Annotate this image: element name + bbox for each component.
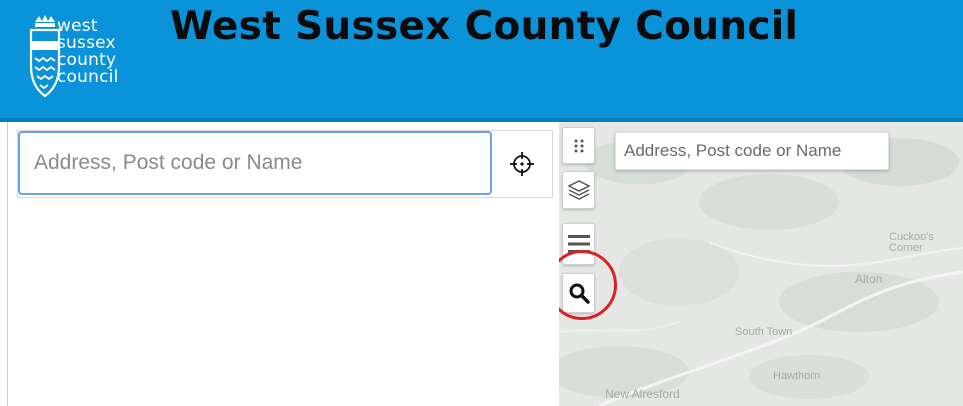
- grid-icon: [574, 139, 583, 152]
- site-title: West Sussex County Council: [170, 4, 799, 49]
- map-place-label: Hawthorn: [773, 370, 821, 382]
- map-view[interactable]: Cuckoo's Corner Alton South Town Hawthor…: [559, 122, 963, 406]
- map-place-label: Cuckoo's Corner: [889, 231, 934, 254]
- map-place-label: South Town: [735, 326, 793, 338]
- search-row: [17, 130, 553, 198]
- address-search-input[interactable]: [18, 131, 492, 195]
- map-list-button[interactable]: [562, 223, 595, 265]
- map-grid-button[interactable]: [562, 127, 595, 164]
- site-header: west sussex county council West Sussex C…: [0, 0, 963, 120]
- locate-me-button[interactable]: [492, 131, 552, 197]
- list-icon: [567, 235, 590, 253]
- crosshair-icon: [510, 152, 534, 176]
- logo-line: council: [57, 67, 119, 87]
- map-layers-button[interactable]: [562, 171, 595, 209]
- map-search-input[interactable]: [615, 132, 889, 170]
- search-icon: [569, 283, 590, 304]
- logo-wordmark: west sussex county council: [57, 18, 119, 86]
- search-panel: [7, 122, 560, 406]
- layers-icon: [566, 180, 591, 200]
- map-place-label: Alton: [855, 272, 883, 286]
- map-place-label: New Alresford: [605, 387, 680, 401]
- map-search-button[interactable]: [559, 250, 617, 320]
